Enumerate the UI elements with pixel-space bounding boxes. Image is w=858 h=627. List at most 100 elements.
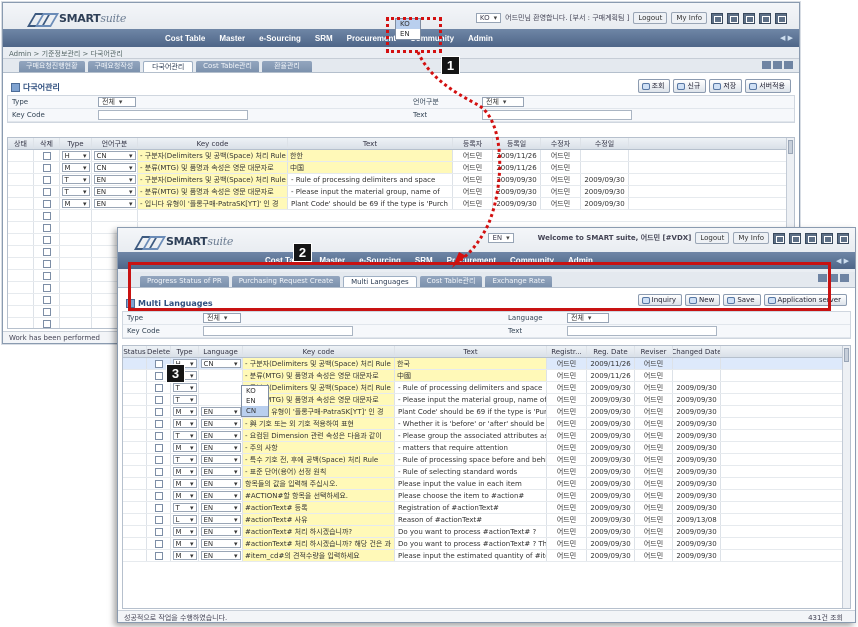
window-icon[interactable] <box>805 232 817 244</box>
delete-checkbox[interactable] <box>154 491 163 500</box>
delete-checkbox[interactable] <box>154 515 163 524</box>
delete-checkbox[interactable] <box>154 455 163 464</box>
vertical-scrollbar[interactable] <box>842 346 850 608</box>
menu-e-sourcing[interactable]: e-Sourcing <box>252 34 308 43</box>
type-select[interactable]: M▾ <box>172 467 197 476</box>
language-select[interactable]: EN ▾ <box>200 491 241 500</box>
table-row[interactable]: M ▾ EN ▾ #actionText# 처리 하시겠습니까? 해당 건은 과 Do y… <box>123 538 850 550</box>
menu-scroll-icon[interactable]: ◀ ▶ <box>780 34 793 42</box>
window-icon[interactable] <box>773 232 785 244</box>
window-icon[interactable] <box>789 232 801 244</box>
tab-tool-icon[interactable] <box>762 61 771 69</box>
tab-pr-create[interactable]: 구매요청작성 <box>87 61 141 72</box>
delete-checkbox[interactable] <box>154 527 163 536</box>
delete-checkbox[interactable] <box>42 235 51 244</box>
table-row[interactable]: T ▾ EN ▾ - 특수 기호 전, 후에 공백(Space) 처리 Rule - Ru… <box>123 454 850 466</box>
myinfo-button[interactable]: My Info <box>733 232 769 244</box>
type-select[interactable]: M▾ <box>61 163 90 172</box>
language-select[interactable]: EN ▾ <box>200 503 241 512</box>
tab-multi-language[interactable]: 다국어관리 <box>143 61 194 72</box>
delete-checkbox[interactable] <box>154 371 163 380</box>
apply-server-button[interactable]: 서버적용 <box>745 79 791 93</box>
language-select[interactable]: EN ▾ <box>488 233 514 243</box>
language-select[interactable]: CN ▾ <box>93 163 136 172</box>
inquiry-button[interactable]: 조회 <box>637 79 671 93</box>
window-icon[interactable] <box>775 12 787 24</box>
table-row[interactable]: M ▾ EN ▾ - 표준 단어(용어) 선정 원칙 - Rule of selectin… <box>123 466 850 478</box>
language-select[interactable]: EN ▾ <box>200 407 241 416</box>
language-select[interactable]: EN ▾ <box>200 419 241 428</box>
language-select[interactable]: EN ▾ <box>200 431 241 440</box>
delete-checkbox[interactable] <box>154 359 163 368</box>
tab-pr-status[interactable]: 구매요청진행현황 <box>19 61 85 72</box>
table-row[interactable]: M ▾ EN ▾ - 입니다 유형이 '플롱구매-PatraSK[YT]' 인 경 Pla… <box>123 406 850 418</box>
delete-checkbox[interactable] <box>154 395 163 404</box>
type-select[interactable]: M▾ <box>172 491 197 500</box>
delete-checkbox[interactable] <box>42 223 51 232</box>
menu-cost-table[interactable]: Cost Table <box>158 34 212 43</box>
language-select[interactable]: EN ▾ <box>200 539 241 548</box>
type-select[interactable]: T ▾ <box>61 175 90 184</box>
table-row[interactable]: H▾CN▾- 구분자(Delimiters 및 공백(Space) 처리 Rul… <box>123 358 850 370</box>
type-select[interactable]: M▾ <box>172 407 197 416</box>
delete-checkbox[interactable] <box>42 199 51 208</box>
delete-checkbox[interactable] <box>154 467 163 476</box>
delete-checkbox[interactable] <box>42 283 51 292</box>
table-row[interactable]: T ▾ EN ▾ #actionText# 등록 Registration of #act… <box>123 502 850 514</box>
type-select[interactable]: M▾ <box>172 443 197 452</box>
tab-tool-icon[interactable] <box>840 274 849 282</box>
window-icon[interactable] <box>711 12 723 24</box>
type-select[interactable]: T ▾ <box>172 431 197 440</box>
type-select[interactable]: 전체 ▾ <box>203 313 241 323</box>
type-select[interactable]: T ▾ <box>172 455 197 464</box>
type-select[interactable]: M▾ <box>172 419 197 428</box>
delete-checkbox[interactable] <box>154 551 163 560</box>
window-icon[interactable] <box>837 232 849 244</box>
delete-checkbox[interactable] <box>154 383 163 392</box>
type-select[interactable]: T ▾ <box>172 383 197 392</box>
language-select[interactable]: EN ▾ <box>200 515 241 524</box>
language-select[interactable]: EN ▾ <box>93 187 136 196</box>
window-icon[interactable] <box>759 12 771 24</box>
table-row[interactable]: M ▾ EN ▾ - 주의 사항 - matters that require atten… <box>123 442 850 454</box>
delete-checkbox[interactable] <box>42 163 51 172</box>
window-icon[interactable] <box>727 12 739 24</box>
myinfo-button[interactable]: My Info <box>671 12 707 24</box>
text-input[interactable] <box>482 110 632 120</box>
window-icon[interactable] <box>743 12 755 24</box>
language-select[interactable]: EN ▾ <box>200 527 241 536</box>
menu-admin[interactable]: Admin <box>461 34 500 43</box>
table-row[interactable] <box>8 210 794 222</box>
table-row[interactable]: M▾- 분류(MTG) 및 품명과 속성은 영문 대문자로中國어드민2009/1… <box>123 370 850 382</box>
language-select[interactable]: EN ▾ <box>200 551 241 560</box>
delete-checkbox[interactable] <box>154 419 163 428</box>
delete-checkbox[interactable] <box>154 479 163 488</box>
table-row[interactable]: M ▾ EN ▾ #ACTION#할 항목을 선택하세요. Please choose t… <box>123 490 850 502</box>
delete-checkbox[interactable] <box>42 187 51 196</box>
table-row[interactable]: L ▾ EN ▾ #actionText# 사유 Reason of #actionTex… <box>123 514 850 526</box>
menu-scroll-icon[interactable]: ◀ ▶ <box>836 257 849 265</box>
logout-button[interactable]: Logout <box>633 12 668 24</box>
table-row[interactable]: M ▾ EN ▾ #item_cd#의 견적수량을 입력하세요 Please input … <box>123 550 850 562</box>
type-select[interactable]: M▾ <box>172 539 197 548</box>
delete-checkbox[interactable] <box>42 175 51 184</box>
language-filter-select[interactable]: 전체 ▾ <box>567 313 609 323</box>
language-select[interactable]: EN ▾ <box>93 175 136 184</box>
delete-checkbox[interactable] <box>42 247 51 256</box>
logout-button[interactable]: Logout <box>695 232 730 244</box>
delete-checkbox[interactable] <box>42 271 51 280</box>
language-select[interactable]: KO ▾ <box>475 13 502 23</box>
type-select[interactable]: T ▾ <box>61 187 90 196</box>
menu-srm[interactable]: SRM <box>308 34 340 43</box>
delete-checkbox[interactable] <box>42 307 51 316</box>
language-filter-select[interactable]: 전체 ▾ <box>482 97 524 107</box>
menu-master[interactable]: Master <box>212 34 252 43</box>
table-row[interactable]: M ▾ CN ▾ - 분류(MTG) 및 품명과 속성은 영문 대문자로 中国 어드민 200… <box>8 162 794 174</box>
type-select[interactable]: T ▾ <box>172 395 197 404</box>
table-row[interactable]: M ▾ EN ▾ - 입니다 유형이 '플롱구매-PatraSK[YT]' 인 경 Pla… <box>8 198 794 210</box>
language-select[interactable]: EN ▾ <box>93 199 136 208</box>
table-row[interactable]: T ▾ EN ▾ - 요컴된 Dimension 관련 속성은 다음과 같이 - Plea… <box>123 430 850 442</box>
type-select[interactable]: L ▾ <box>172 515 197 524</box>
tab-tool-icon[interactable] <box>784 61 793 69</box>
delete-checkbox[interactable] <box>154 407 163 416</box>
